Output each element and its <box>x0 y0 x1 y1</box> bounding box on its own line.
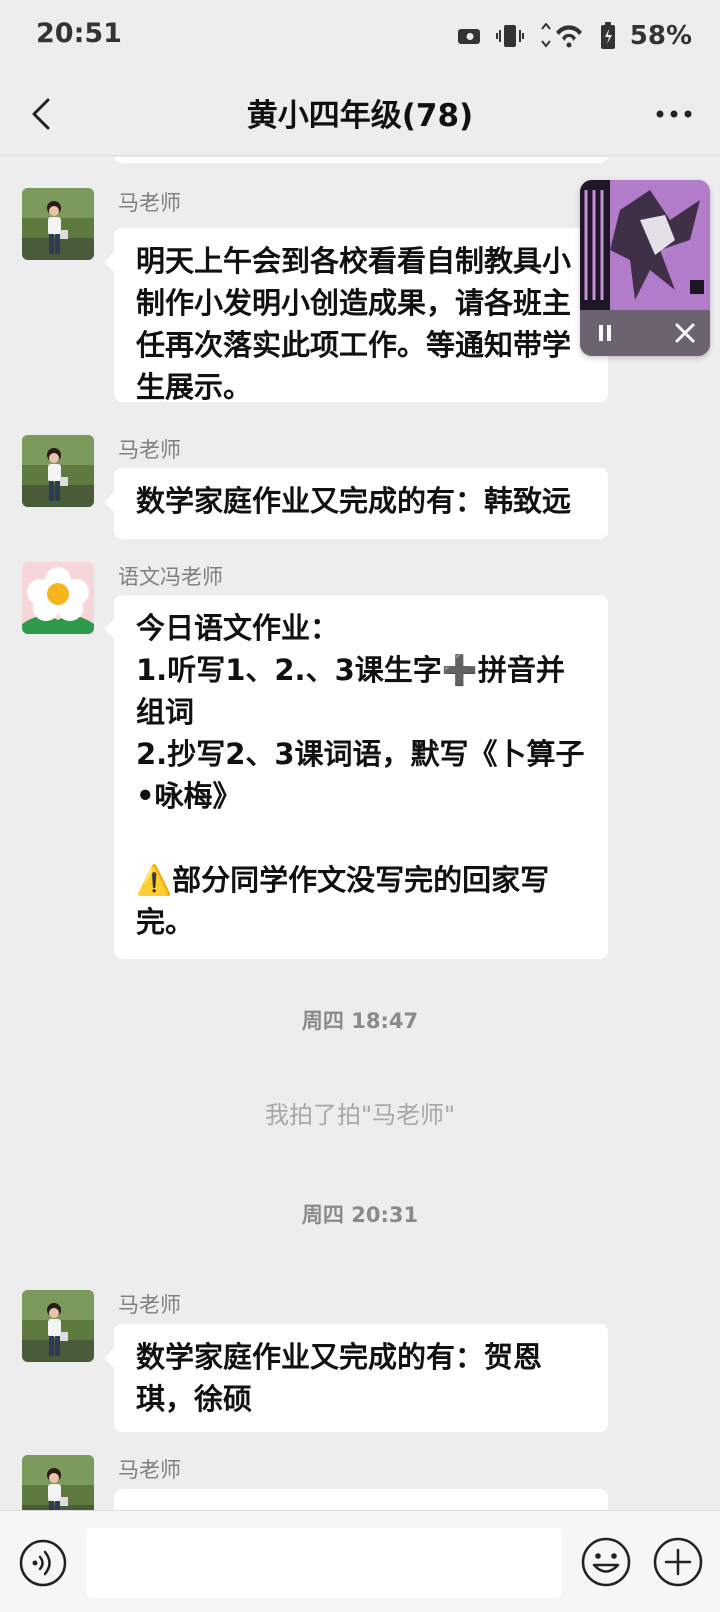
message-input[interactable] <box>86 1528 562 1598</box>
floating-music-player[interactable] <box>580 180 710 356</box>
message-bubble[interactable]: 数学家庭作业又完成的有：贺恩琪，徐硕 <box>104 1324 608 1432</box>
message-bubble[interactable]: 数学家庭作业又完成的有：韩致远 <box>104 468 608 539</box>
sender-name: 语文冯老师 <box>118 565 223 589</box>
pause-icon[interactable] <box>592 320 618 346</box>
message-bubble[interactable]: 明天上午会到各校看看自制教具小制作小发明小创造成果，请各班主任再次落实此项工作。… <box>104 228 608 404</box>
more-dots-icon[interactable] <box>650 94 698 134</box>
status-bar: 20:51 58% <box>0 0 720 72</box>
message-bubble[interactable] <box>114 1489 608 1510</box>
wifi-icon <box>540 23 582 48</box>
teacher-avatar-image <box>22 1290 94 1362</box>
battery-icon <box>600 22 615 49</box>
message-bubble-partial[interactable] <box>114 157 608 163</box>
teacher-avatar-image <box>22 1455 94 1510</box>
vibrate-icon <box>495 25 524 47</box>
teacher-avatar-image <box>22 435 94 507</box>
close-icon[interactable] <box>672 320 698 346</box>
avatar[interactable] <box>22 1455 94 1510</box>
sender-name: 马老师 <box>118 1293 181 1317</box>
album-cover-image[interactable] <box>580 180 710 310</box>
timestamp: 周四 20:31 <box>301 1203 419 1227</box>
chat-title: 黄小四年级(78) <box>246 98 474 134</box>
avatar[interactable] <box>22 188 94 260</box>
sender-name: 马老师 <box>118 191 181 215</box>
system-notice[interactable]: 我拍了拍"马老师" <box>0 1095 720 1130</box>
avatar[interactable] <box>22 562 94 634</box>
input-bar <box>0 1510 720 1612</box>
sender-name: 马老师 <box>118 1458 181 1482</box>
battery-level: 58% <box>629 21 692 51</box>
teacher-avatar-image <box>22 188 94 260</box>
timestamp: 周四 18:47 <box>301 1009 419 1033</box>
plus-icon[interactable] <box>652 1536 704 1588</box>
chat-area[interactable]: 马老师 明天上午会到各校看看自制教具小制作小发明小创造成果，请各班主任再次落实此… <box>0 157 720 1510</box>
status-icons: 58% <box>456 18 692 54</box>
message-bubble[interactable]: 今日语文作业： 1.听写1、2.、3课生字➕拼音并组词 2.抄写2、3课词语，默… <box>104 595 608 959</box>
player-controls <box>580 310 710 356</box>
flower-avatar-image <box>22 562 94 634</box>
camera-icon <box>457 29 480 44</box>
sender-name: 马老师 <box>118 438 181 462</box>
voice-icon[interactable] <box>18 1538 68 1588</box>
avatar[interactable] <box>22 435 94 507</box>
status-time: 20:51 <box>36 18 122 49</box>
emoji-icon[interactable] <box>580 1536 632 1588</box>
avatar[interactable] <box>22 1290 94 1362</box>
nav-bar: 黄小四年级(78) <box>0 72 720 156</box>
